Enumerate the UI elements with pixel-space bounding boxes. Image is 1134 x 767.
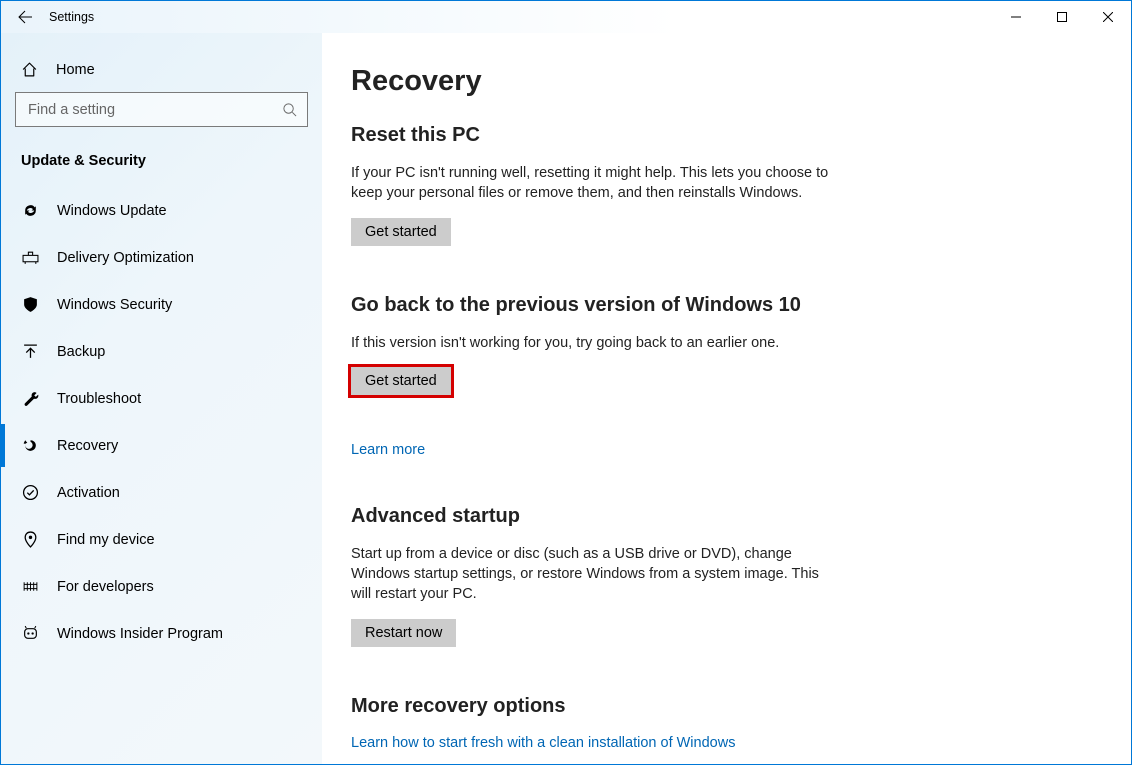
nav-insider-program[interactable]: Windows Insider Program <box>1 610 322 657</box>
minimize-button[interactable] <box>993 1 1039 33</box>
nav-windows-security[interactable]: Windows Security <box>1 281 322 328</box>
advanced-restart-button[interactable]: Restart now <box>351 619 456 647</box>
sync-icon <box>21 202 39 219</box>
reset-heading: Reset this PC <box>351 124 1095 147</box>
sidebar-section-title: Update & Security <box>1 147 322 187</box>
recovery-icon <box>21 437 39 454</box>
home-label: Home <box>56 62 95 78</box>
nav-label: Troubleshoot <box>57 391 141 407</box>
nav-label: For developers <box>57 579 154 595</box>
nav-label: Activation <box>57 485 120 501</box>
location-icon <box>21 531 39 548</box>
reset-description: If your PC isn't running well, resetting… <box>351 163 831 204</box>
goback-description: If this version isn't working for you, t… <box>351 333 831 353</box>
home-link[interactable]: Home <box>1 53 322 92</box>
shield-icon <box>21 296 39 313</box>
sidebar-nav: Windows Update Delivery Optimization Win… <box>1 187 322 657</box>
nav-windows-update[interactable]: Windows Update <box>1 187 322 234</box>
sidebar: Home Update & Security Windows Update De… <box>1 33 323 764</box>
reset-get-started-button[interactable]: Get started <box>351 218 451 246</box>
nav-label: Windows Update <box>57 203 167 219</box>
advanced-heading: Advanced startup <box>351 505 1095 528</box>
nav-label: Recovery <box>57 438 118 454</box>
goback-heading: Go back to the previous version of Windo… <box>351 294 1095 317</box>
nav-label: Windows Insider Program <box>57 626 223 642</box>
nav-delivery-optimization[interactable]: Delivery Optimization <box>1 234 322 281</box>
goback-learn-more-link[interactable]: Learn more <box>351 442 425 458</box>
nav-activation[interactable]: Activation <box>1 469 322 516</box>
search-icon <box>282 102 297 117</box>
developers-icon <box>21 578 39 595</box>
maximize-icon <box>1057 12 1067 22</box>
wrench-icon <box>21 390 39 407</box>
check-circle-icon <box>21 484 39 501</box>
backup-icon <box>21 343 39 360</box>
nav-label: Delivery Optimization <box>57 250 194 266</box>
insider-icon <box>21 625 39 642</box>
nav-recovery[interactable]: Recovery <box>1 422 322 469</box>
close-icon <box>1103 12 1113 22</box>
back-button[interactable] <box>1 1 49 33</box>
maximize-button[interactable] <box>1039 1 1085 33</box>
minimize-icon <box>1011 12 1021 22</box>
more-heading: More recovery options <box>351 695 1095 718</box>
nav-label: Windows Security <box>57 297 172 313</box>
delivery-icon <box>21 249 39 266</box>
content-area: Recovery Reset this PC If your PC isn't … <box>323 33 1131 764</box>
goback-get-started-button[interactable]: Get started <box>351 367 451 395</box>
nav-troubleshoot[interactable]: Troubleshoot <box>1 375 322 422</box>
window-title: Settings <box>49 10 94 24</box>
search-input[interactable] <box>26 101 282 119</box>
nav-label: Backup <box>57 344 105 360</box>
arrow-left-icon <box>17 9 33 25</box>
close-button[interactable] <box>1085 1 1131 33</box>
more-fresh-install-link[interactable]: Learn how to start fresh with a clean in… <box>351 735 735 751</box>
page-title: Recovery <box>351 65 1095 98</box>
titlebar: Settings <box>1 1 1131 33</box>
advanced-description: Start up from a device or disc (such as … <box>351 544 831 605</box>
nav-for-developers[interactable]: For developers <box>1 563 322 610</box>
nav-backup[interactable]: Backup <box>1 328 322 375</box>
nav-find-my-device[interactable]: Find my device <box>1 516 322 563</box>
nav-label: Find my device <box>57 532 155 548</box>
home-icon <box>21 61 38 78</box>
search-box[interactable] <box>15 92 308 127</box>
